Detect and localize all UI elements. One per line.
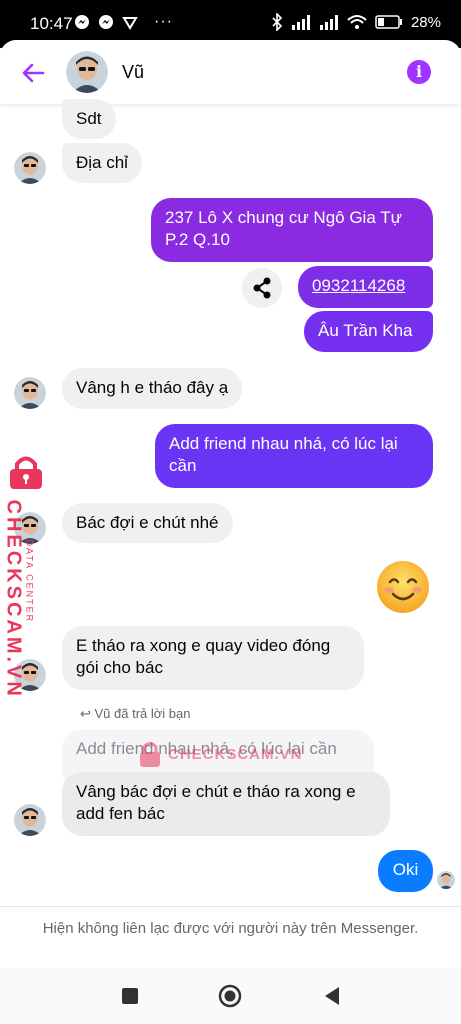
location-icon xyxy=(122,17,138,30)
message-text: Âu Trần Kha xyxy=(318,321,413,340)
status-time: 10:47 xyxy=(30,14,73,33)
outgoing-message[interactable]: 237 Lô X chung cư Ngô Gia Tự P.2 Q.10 xyxy=(151,198,433,262)
signal-icon xyxy=(319,15,338,30)
wifi-icon xyxy=(347,15,367,29)
battery-icon xyxy=(375,15,402,29)
share-icon xyxy=(253,277,271,299)
watermark-center-text: CHECKSCAM.VN xyxy=(168,745,303,763)
status-left-icons: ··· xyxy=(74,13,173,31)
reply-indicator: ↩ Vũ đã trả lời bạn xyxy=(80,706,191,722)
messenger-notif-icon xyxy=(99,15,113,29)
android-nav-bar xyxy=(0,968,461,1024)
contact-avatar[interactable] xyxy=(66,51,108,93)
back-arrow-icon[interactable] xyxy=(20,60,46,86)
watermark-side: DATA CENTER CHECKSCAM.VN xyxy=(2,455,50,699)
incoming-message[interactable]: Địa chỉ xyxy=(62,143,142,183)
share-button[interactable] xyxy=(242,268,282,308)
battery-percent: 28% xyxy=(410,13,441,31)
incoming-message[interactable]: Sdt xyxy=(62,99,116,139)
watermark-side-big: CHECKSCAM.VN xyxy=(2,499,25,699)
messenger-notif-icon xyxy=(75,15,89,29)
incoming-message[interactable]: Bác đợi e chút nhé xyxy=(62,503,233,543)
watermark-center: CHECKSCAM.VN xyxy=(138,740,303,768)
watermark-side-small: DATA CENTER xyxy=(24,539,35,624)
info-icon[interactable]: i xyxy=(407,60,431,84)
message-text: E tháo ra xong e quay video đóng gói cho… xyxy=(76,636,331,677)
message-text: Vâng h e tháo đây ạ xyxy=(76,378,229,397)
phone-link[interactable]: 0932114268 xyxy=(312,276,405,295)
contact-avatar-small[interactable] xyxy=(14,377,46,409)
message-text: Bác đợi e chút nhé xyxy=(76,513,219,532)
smiling-emoji-icon[interactable] xyxy=(376,560,430,614)
outgoing-message[interactable]: Âu Trần Kha xyxy=(304,311,433,352)
message-text: Oki xyxy=(392,860,419,879)
recent-apps-icon[interactable] xyxy=(118,984,142,1008)
signal-icon xyxy=(291,15,310,30)
read-receipt-avatar xyxy=(437,871,455,889)
message-text: 237 Lô X chung cư Ngô Gia Tự P.2 Q.10 xyxy=(165,208,402,249)
message-text: Sdt xyxy=(76,109,102,128)
unavailable-notice: Hiện không liên lạc được với người này t… xyxy=(42,920,419,937)
home-icon[interactable] xyxy=(218,984,242,1008)
contact-avatar-small[interactable] xyxy=(14,152,46,184)
status-right-icons: 28% xyxy=(271,13,441,31)
contact-name[interactable]: Vũ xyxy=(122,62,144,83)
contact-avatar-small[interactable] xyxy=(14,804,46,836)
conversation-header: Vũ i xyxy=(0,40,461,104)
more-notifications-icon: ··· xyxy=(154,13,173,30)
lock-logo-icon xyxy=(10,456,42,489)
reply-arrow-icon: ↩ xyxy=(80,706,95,721)
outgoing-message[interactable]: Oki xyxy=(378,850,433,892)
lock-logo-icon xyxy=(140,742,160,767)
reply-label-text: Vũ đã trả lời bạn xyxy=(94,706,191,721)
message-text: Add friend nhau nhá, có lúc lại cần xyxy=(169,434,398,475)
back-nav-icon[interactable] xyxy=(320,984,344,1008)
footer-divider xyxy=(0,906,461,907)
incoming-message[interactable]: Vâng h e tháo đây ạ xyxy=(62,368,243,409)
bluetooth-icon xyxy=(272,13,283,31)
outgoing-message[interactable]: Add friend nhau nhá, có lúc lại cần xyxy=(155,424,433,488)
outgoing-message[interactable]: 0932114268 xyxy=(298,266,433,308)
message-text: Vâng bác đợi e chút e tháo ra xong e add… xyxy=(76,782,356,823)
message-text: Địa chỉ xyxy=(76,153,128,172)
incoming-message[interactable]: E tháo ra xong e quay video đóng gói cho… xyxy=(62,626,364,690)
incoming-message[interactable]: Vâng bác đợi e chút e tháo ra xong e add… xyxy=(62,772,390,836)
